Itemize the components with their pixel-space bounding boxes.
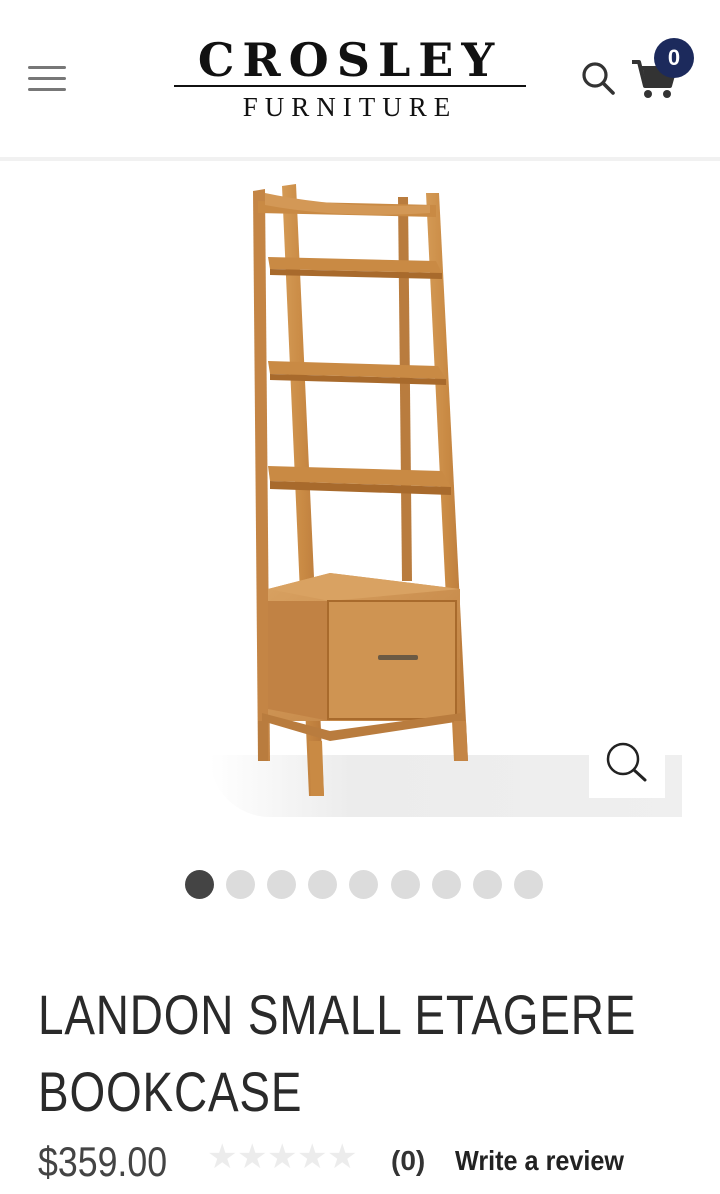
carousel-dot[interactable]	[226, 870, 255, 899]
carousel-dot[interactable]	[473, 870, 502, 899]
cart-count-badge[interactable]: 0	[654, 38, 694, 78]
logo-divider	[174, 85, 526, 87]
carousel-dot[interactable]	[391, 870, 420, 899]
star-icon: ★	[297, 1137, 328, 1177]
image-carousel-dots	[185, 870, 555, 900]
carousel-dot[interactable]	[432, 870, 461, 899]
search-icon[interactable]	[580, 60, 616, 96]
star-icon: ★	[267, 1137, 298, 1177]
star-icon: ★	[237, 1137, 268, 1177]
site-header: CROSLEY FURNITURE 0	[0, 0, 720, 161]
product-title-line2: BOOKCASE	[38, 1060, 303, 1123]
star-icon: ★	[207, 1137, 238, 1177]
carousel-dot[interactable]	[308, 870, 337, 899]
star-icon: ★	[327, 1137, 358, 1177]
write-review-link[interactable]: Write a review	[455, 1145, 624, 1177]
brand-subtitle: FURNITURE	[242, 92, 458, 122]
brand-name: CROSLEY	[197, 33, 503, 87]
hamburger-menu-icon[interactable]	[28, 66, 66, 94]
brand-logo[interactable]: CROSLEY FURNITURE	[174, 34, 526, 126]
product-title: LANDON SMALL ETAGERE BOOKCASE	[38, 976, 637, 1130]
carousel-dot[interactable]	[267, 870, 296, 899]
rating-stars[interactable]: ★ ★ ★ ★ ★	[207, 1137, 358, 1177]
product-title-line1: LANDON SMALL ETAGERE	[38, 983, 637, 1046]
zoom-icon[interactable]	[589, 728, 665, 798]
carousel-dot[interactable]	[349, 870, 378, 899]
carousel-dot[interactable]	[514, 870, 543, 899]
product-price: $359.00	[38, 1138, 168, 1185]
review-count[interactable]: (0)	[391, 1145, 425, 1177]
carousel-dot[interactable]	[185, 870, 214, 899]
